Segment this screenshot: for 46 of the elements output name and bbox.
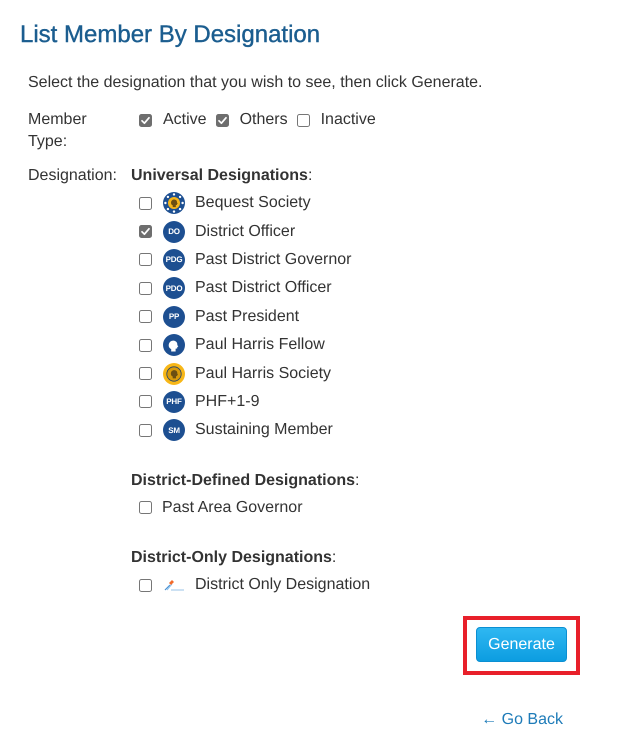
group-heading: District-Defined Designations: <box>131 470 360 491</box>
designation-option[interactable]: District Only Designation <box>195 574 370 596</box>
checkbox[interactable] <box>139 338 152 352</box>
checkbox[interactable] <box>139 367 152 380</box>
checkbox[interactable] <box>139 253 152 266</box>
group-heading: Universal Designations: <box>131 166 314 186</box>
group-heading: District-Only Designations: <box>131 548 338 568</box>
medal-icon <box>163 362 185 385</box>
checkbox-label[interactable]: Active <box>163 109 207 131</box>
designation-option[interactable]: Past District Officer <box>195 277 332 300</box>
checkbox[interactable] <box>139 424 152 437</box>
designation-option[interactable]: Past President <box>195 306 300 328</box>
checkbox-label[interactable]: Inactive <box>320 109 376 131</box>
checkbox[interactable] <box>296 114 310 126</box>
checkbox[interactable] <box>139 395 152 408</box>
designation-option[interactable]: Bequest Society <box>195 192 311 214</box>
designation-option[interactable]: Past District Governor <box>195 248 352 271</box>
checkbox[interactable] <box>139 501 152 514</box>
designation-label: Designation: <box>28 166 118 186</box>
designation-option[interactable]: Paul Harris Society <box>195 362 332 385</box>
silhouette-icon <box>163 334 185 356</box>
designation-option[interactable]: PHF+1-9 <box>195 390 260 413</box>
designation-badge: DO <box>163 220 185 243</box>
designation-badge: PDO <box>163 277 185 300</box>
designation-badge: PHF <box>163 390 185 413</box>
designation-badge: PDG <box>163 248 185 271</box>
designation-option[interactable]: Sustaining Member <box>195 419 333 442</box>
member-type-label: Member Type: <box>28 110 88 152</box>
checkbox[interactable] <box>139 578 152 592</box>
designation-badge: PP <box>163 306 185 328</box>
designation-badge: SM <box>163 419 185 442</box>
checkbox[interactable] <box>139 196 152 210</box>
go-back-link[interactable]: ← Go Back <box>481 709 563 732</box>
medallion-icon <box>163 192 185 214</box>
instructions-text: Select the designation that you wish to see, then click Generate. <box>28 73 484 93</box>
checkbox[interactable] <box>216 114 229 126</box>
checkbox[interactable] <box>139 282 152 295</box>
designation-option[interactable]: Paul Harris Fellow <box>195 334 325 356</box>
designation-option[interactable]: District Officer <box>195 220 296 243</box>
designation-option[interactable]: Past Area Governor <box>162 496 303 519</box>
page-title: List Member By Designation <box>20 20 322 50</box>
checkbox[interactable] <box>139 225 152 238</box>
pin-icon <box>163 579 185 592</box>
checkbox[interactable] <box>139 114 152 126</box>
checkbox[interactable] <box>139 310 152 324</box>
checkbox-label[interactable]: Others <box>240 109 288 131</box>
